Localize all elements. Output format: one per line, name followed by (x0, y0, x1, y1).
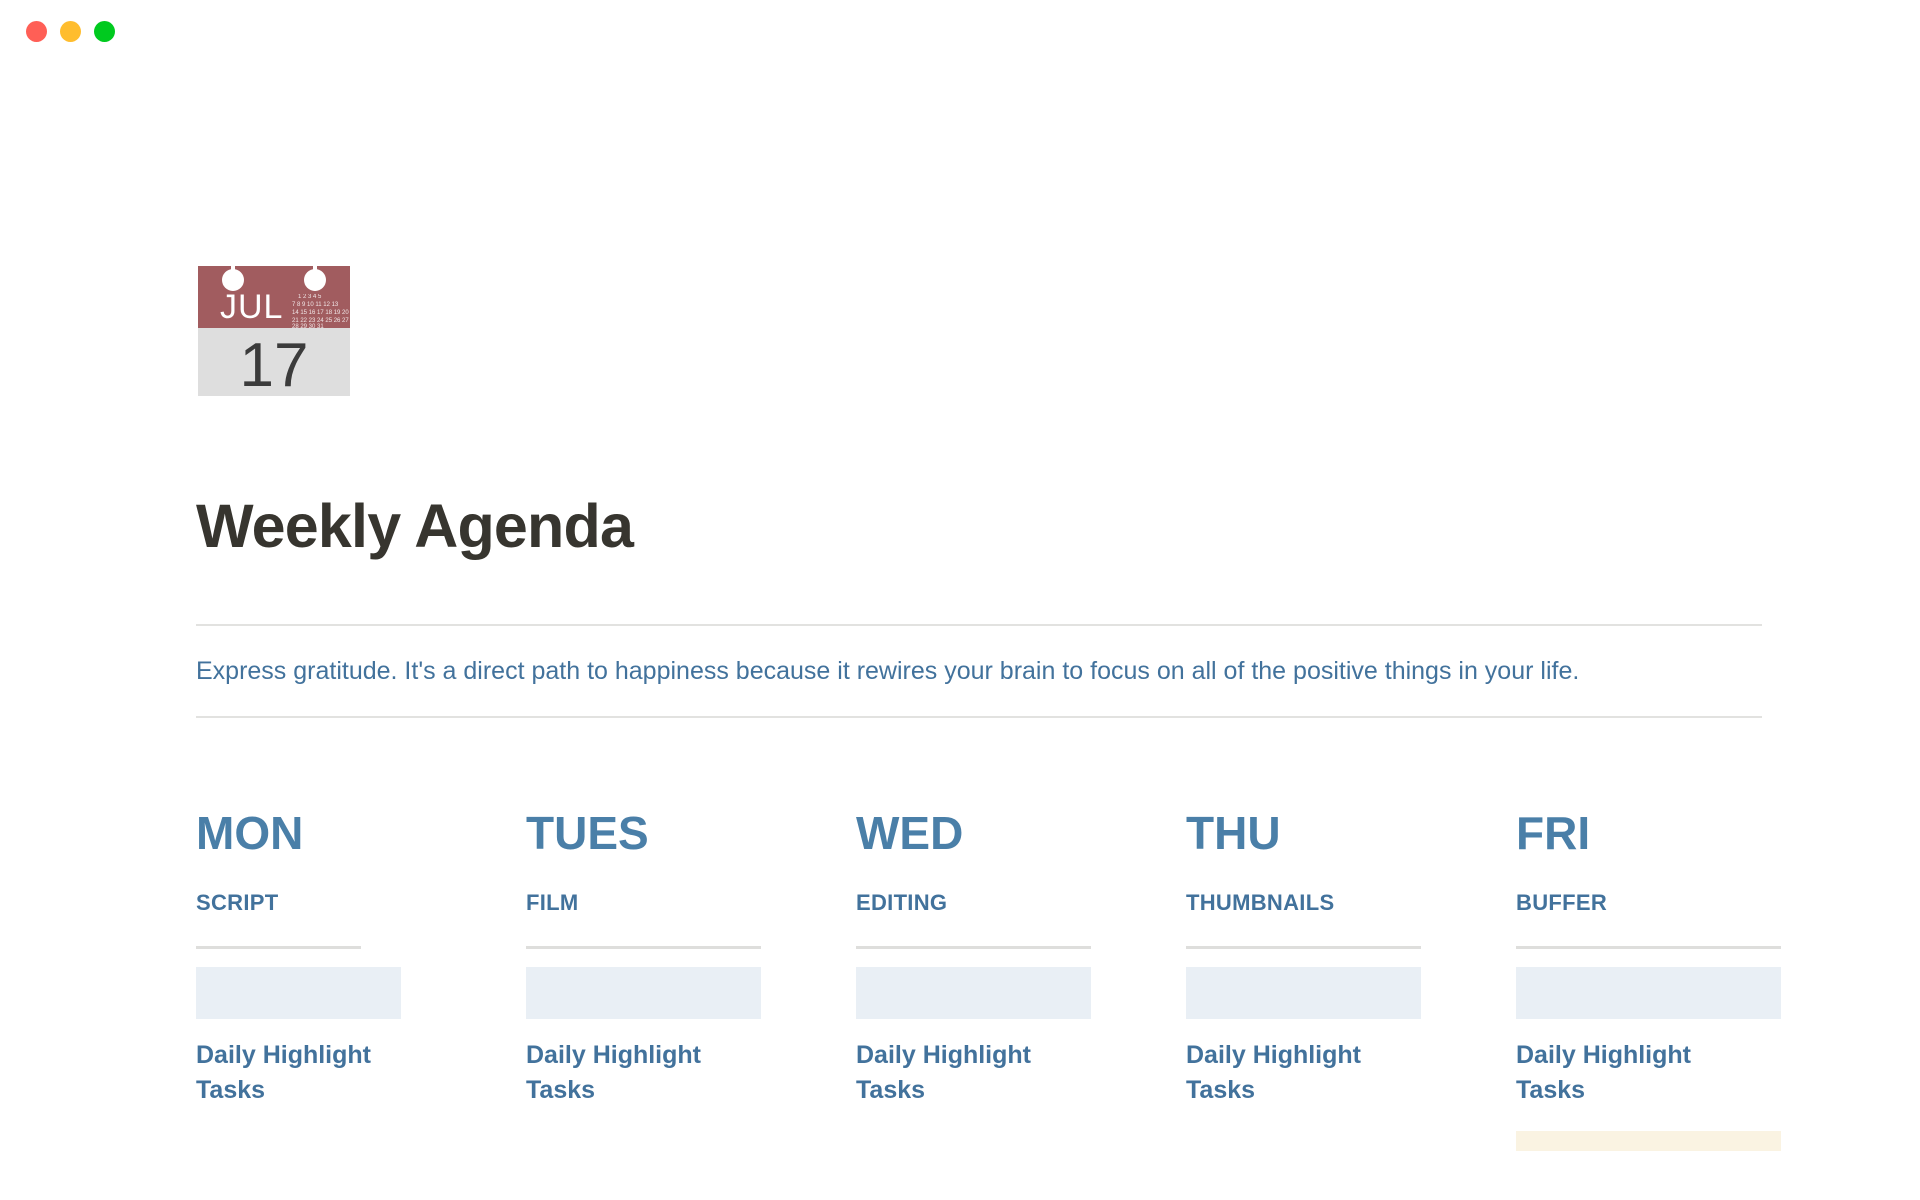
maximize-button[interactable] (94, 20, 115, 42)
day-topic-thu[interactable]: THUMBNAILS (1186, 891, 1516, 914)
toggle-block-wed[interactable] (856, 966, 1091, 1019)
highlight-block-fri[interactable] (1516, 1130, 1781, 1151)
column-divider-mon (196, 945, 361, 949)
column-divider-thu (1186, 945, 1421, 949)
task-label-thu[interactable]: Daily Highlight Tasks (1186, 1038, 1401, 1109)
svg-text:28 29 30 31: 28 29 30 31 (292, 324, 324, 330)
task-label-tues[interactable]: Daily Highlight Tasks (526, 1038, 741, 1109)
day-topic-tues[interactable]: FILM (526, 891, 856, 914)
task-label-fri[interactable]: Daily Highlight Tasks (1516, 1038, 1731, 1109)
day-name-fri[interactable]: FRI (1516, 810, 1806, 856)
calendar-icon[interactable]: JUL 1 2 3 4 5 7 8 9 10 11 12 13 14 15 16… (196, 252, 352, 408)
toggle-block-tues[interactable] (526, 966, 761, 1019)
svg-text:14 15 16 17 18 19 20: 14 15 16 17 18 19 20 (292, 310, 349, 316)
svg-text:JUL: JUL (220, 288, 283, 326)
day-name-wed[interactable]: WED (856, 810, 1186, 856)
svg-text:7 8 9 10 11 12 13: 7 8 9 10 11 12 13 (292, 302, 339, 308)
day-topic-mon[interactable]: SCRIPT (196, 891, 526, 914)
day-topic-fri[interactable]: BUFFER (1516, 891, 1806, 914)
day-name-mon[interactable]: MON (196, 810, 526, 856)
week-grid: MON SCRIPT Daily Highlight Tasks TUES FI… (196, 810, 1781, 1151)
minimize-button[interactable] (60, 20, 81, 42)
column-divider-wed (856, 945, 1091, 949)
day-column-tues: TUES FILM Daily Highlight Tasks (526, 810, 856, 1151)
day-column-fri: FRI BUFFER Daily Highlight Tasks (1516, 810, 1806, 1151)
toggle-block-mon[interactable] (196, 966, 401, 1019)
column-divider-fri (1516, 945, 1781, 949)
divider-bottom (196, 715, 1762, 718)
page-title[interactable]: Weekly Agenda (196, 492, 1762, 560)
close-button[interactable] (26, 20, 47, 42)
task-label-mon[interactable]: Daily Highlight Tasks (196, 1038, 401, 1109)
page-body: JUL 1 2 3 4 5 7 8 9 10 11 12 13 14 15 16… (0, 62, 1920, 1200)
toggle-block-thu[interactable] (1186, 966, 1421, 1019)
page-description[interactable]: Express gratitude. It's a direct path to… (196, 626, 1736, 716)
toggle-block-fri[interactable] (1516, 966, 1781, 1019)
day-name-tues[interactable]: TUES (526, 810, 856, 856)
svg-text:1 2 3 4 5: 1 2 3 4 5 (298, 294, 322, 300)
day-column-mon: MON SCRIPT Daily Highlight Tasks (196, 810, 526, 1151)
day-name-thu[interactable]: THU (1186, 810, 1516, 856)
day-column-wed: WED EDITING Daily Highlight Tasks (856, 810, 1186, 1151)
svg-text:17: 17 (240, 331, 309, 400)
day-topic-wed[interactable]: EDITING (856, 891, 1186, 914)
task-label-wed[interactable]: Daily Highlight Tasks (856, 1038, 1071, 1109)
window-titlebar (0, 0, 1920, 62)
page-content: JUL 1 2 3 4 5 7 8 9 10 11 12 13 14 15 16… (196, 252, 1781, 1151)
day-column-thu: THU THUMBNAILS Daily Highlight Tasks (1186, 810, 1516, 1151)
column-divider-tues (526, 945, 761, 949)
